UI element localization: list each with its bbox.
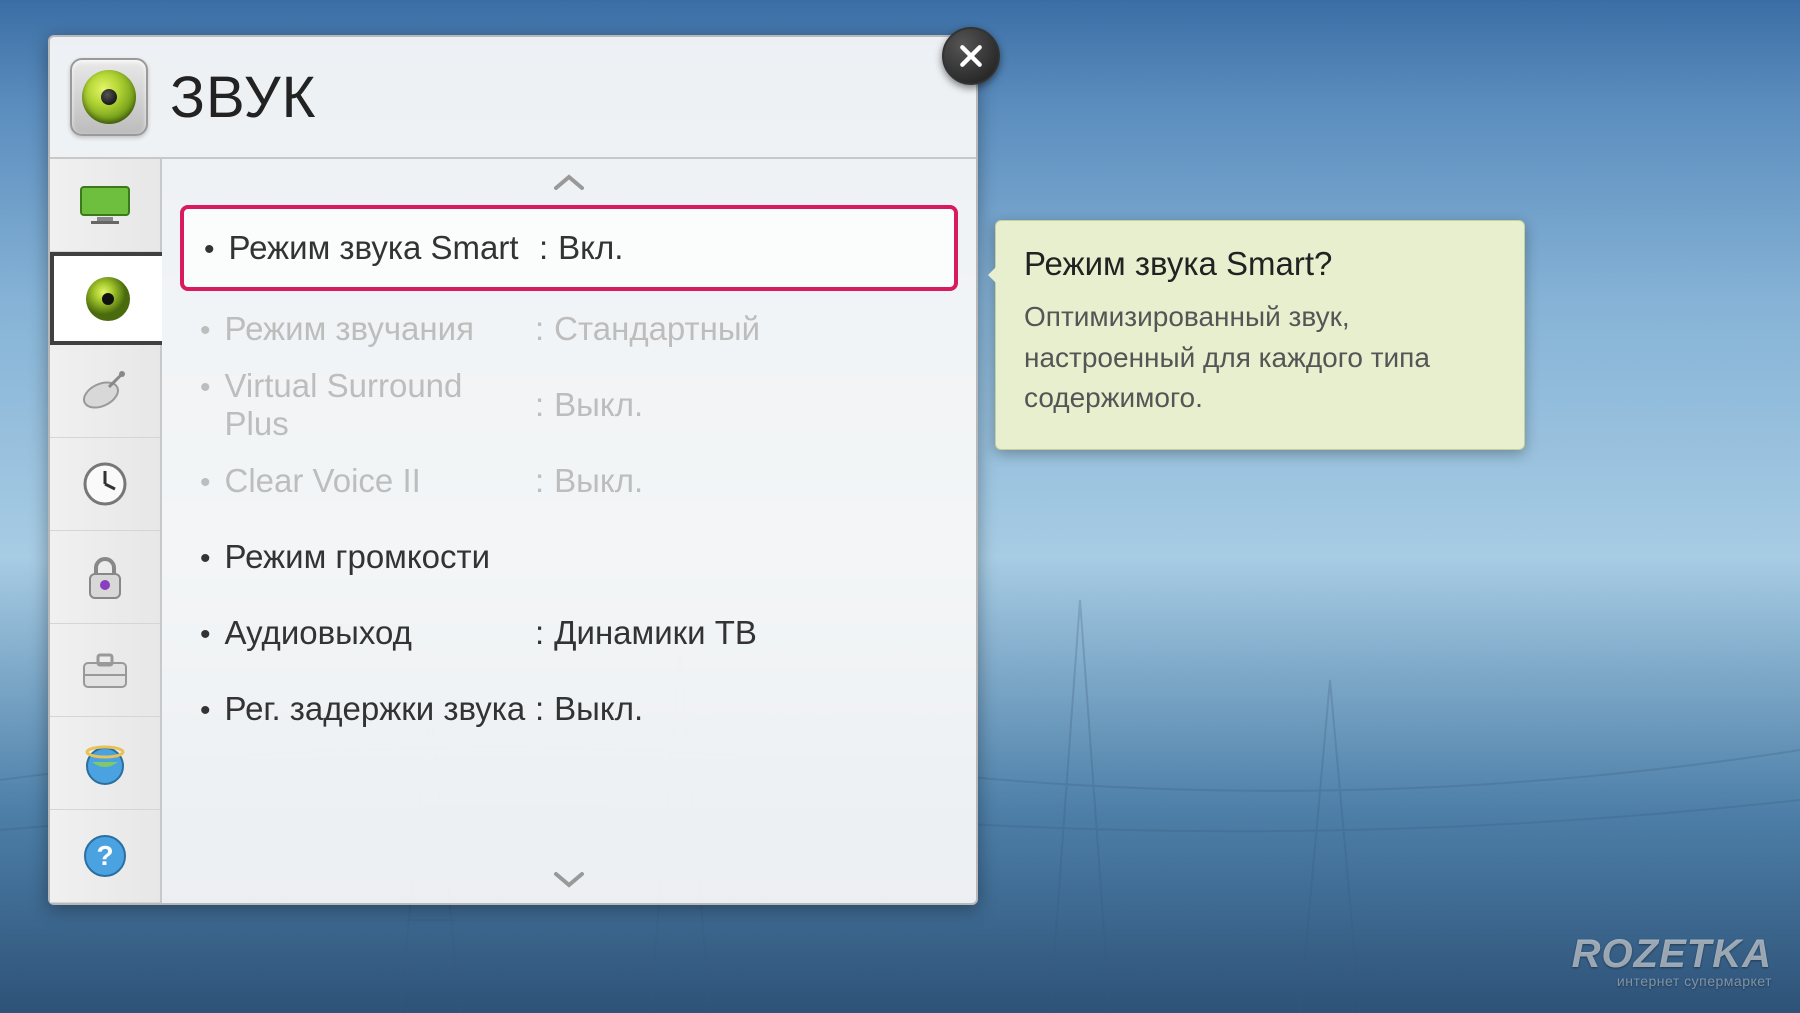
- setting-virtual-surround: • Virtual Surround Plus : Выкл.: [180, 367, 958, 443]
- watermark-brand: ROZETKA: [1572, 932, 1772, 977]
- help-icon: ?: [75, 831, 135, 881]
- speaker-icon: [78, 274, 138, 324]
- setting-clear-voice: • Clear Voice II : Выкл.: [180, 443, 958, 519]
- scroll-up-button[interactable]: [180, 159, 958, 205]
- setting-label: Аудиовыход: [225, 614, 412, 652]
- category-sidebar: ?: [50, 159, 162, 903]
- setting-value: Выкл.: [554, 462, 643, 500]
- setting-value: Стандартный: [554, 310, 760, 348]
- sidebar-item-network[interactable]: [50, 717, 160, 810]
- help-tooltip: Режим звука Smart? Оптимизированный звук…: [995, 220, 1525, 450]
- scroll-down-button[interactable]: [180, 857, 958, 903]
- setting-sound-mode: • Режим звучания : Стандартный: [180, 291, 958, 367]
- setting-label: Рег. задержки звука: [225, 690, 526, 728]
- setting-label: Режим звучания: [225, 310, 474, 348]
- sidebar-item-support[interactable]: ?: [50, 810, 160, 903]
- watermark: ROZETKA интернет супермаркет: [1572, 932, 1772, 989]
- settings-panel: ЗВУК: [48, 35, 978, 905]
- lock-icon: [75, 552, 135, 602]
- setting-label: Clear Voice II: [225, 462, 421, 500]
- toolbox-icon: [75, 645, 135, 695]
- setting-av-sync[interactable]: • Рег. задержки звука : Выкл.: [180, 671, 958, 747]
- sidebar-item-lock[interactable]: [50, 531, 160, 624]
- sound-header-icon: [70, 58, 148, 136]
- setting-value: Динамики ТВ: [554, 614, 757, 652]
- tooltip-title: Режим звука Smart?: [1024, 245, 1496, 283]
- setting-value: Вкл.: [558, 229, 623, 267]
- setting-smart-sound-mode[interactable]: • Режим звука Smart : Вкл.: [180, 205, 958, 291]
- panel-header: ЗВУК: [50, 37, 976, 157]
- setting-value: Выкл.: [554, 690, 643, 728]
- sidebar-item-sound[interactable]: [50, 252, 162, 345]
- sidebar-item-picture[interactable]: [50, 159, 160, 252]
- setting-label: Режим звука Smart: [229, 229, 519, 267]
- satellite-icon: [75, 366, 135, 416]
- chevron-up-icon: [552, 172, 586, 192]
- clock-icon: [75, 459, 135, 509]
- chevron-down-icon: [552, 870, 586, 890]
- panel-body: ? • Режим звука Smart : Вкл.: [50, 157, 976, 903]
- globe-icon: [75, 738, 135, 788]
- setting-volume-mode[interactable]: • Режим громкости: [180, 519, 958, 595]
- tooltip-body: Оптимизированный звук, настроенный для к…: [1024, 297, 1496, 419]
- tv-icon: [75, 180, 135, 230]
- settings-list-area: • Режим звука Smart : Вкл. • Режим звуча…: [162, 159, 976, 903]
- svg-text:?: ?: [96, 840, 113, 871]
- setting-label: Virtual Surround Plus: [225, 367, 535, 443]
- close-button[interactable]: [942, 27, 1000, 85]
- sidebar-item-channel[interactable]: [50, 345, 160, 438]
- sidebar-item-setup[interactable]: [50, 624, 160, 717]
- panel-title: ЗВУК: [170, 64, 316, 131]
- close-icon: [958, 43, 984, 69]
- settings-list: • Режим звука Smart : Вкл. • Режим звуча…: [180, 205, 958, 857]
- sidebar-item-time[interactable]: [50, 438, 160, 531]
- setting-label: Режим громкости: [225, 538, 491, 576]
- setting-value: Выкл.: [554, 386, 643, 424]
- setting-audio-output[interactable]: • Аудиовыход : Динамики ТВ: [180, 595, 958, 671]
